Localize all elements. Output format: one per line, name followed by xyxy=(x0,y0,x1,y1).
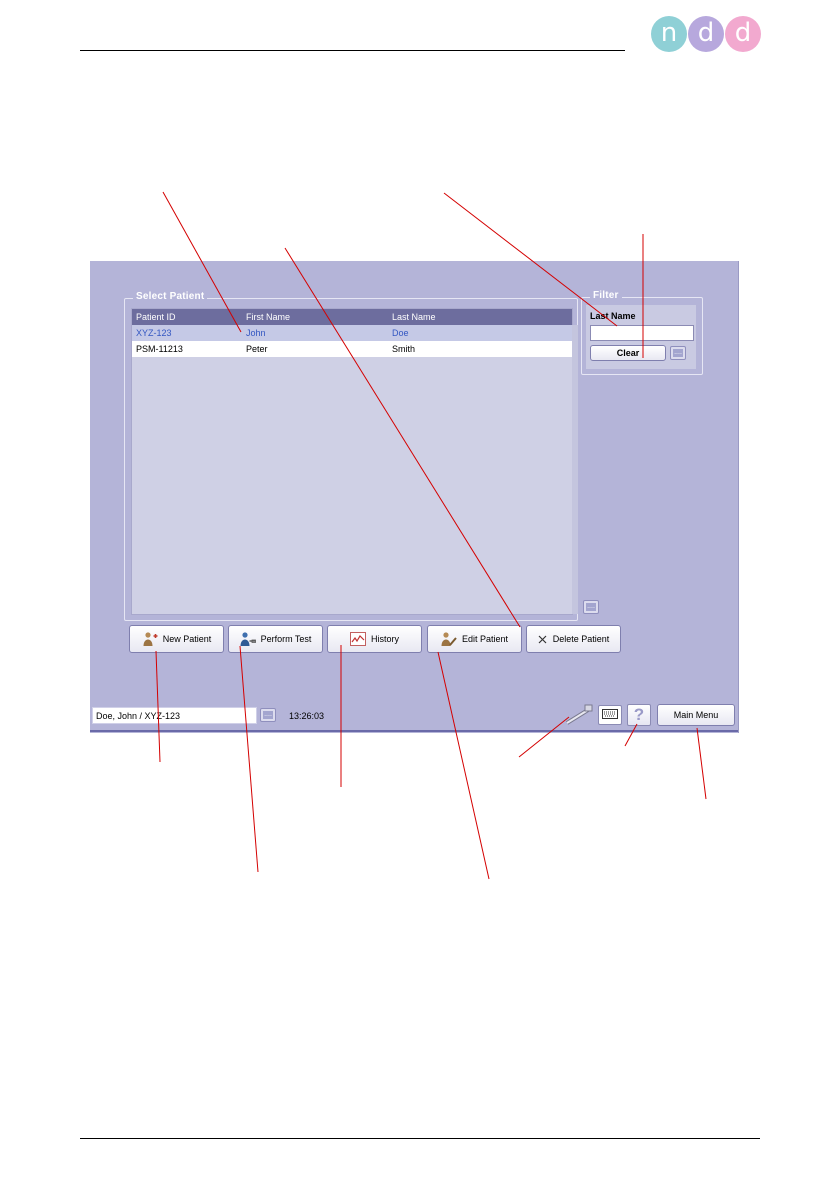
page-bottom-rule xyxy=(80,1138,760,1139)
dots-label: .... xyxy=(586,603,596,611)
main-menu-button[interactable]: Main Menu xyxy=(657,704,735,726)
delete-patient-button[interactable]: Delete Patient xyxy=(526,625,621,653)
cell-first-name: Peter xyxy=(246,344,268,354)
perform-test-button[interactable]: Perform Test xyxy=(228,625,323,653)
patient-table-header: Patient ID First Name Last Name xyxy=(132,309,572,325)
person-edit-icon xyxy=(441,631,457,647)
clear-filter-button[interactable]: Clear xyxy=(590,345,666,361)
patient-table: Patient ID First Name Last Name XYZ-123 … xyxy=(131,308,578,615)
filter-panel: Last Name Clear .... xyxy=(586,305,696,369)
filter-title: Filter xyxy=(590,290,622,301)
page-top-rule xyxy=(80,50,625,51)
edit-patient-button[interactable]: Edit Patient xyxy=(427,625,522,653)
history-button[interactable]: History xyxy=(327,625,422,653)
help-button[interactable]: ? xyxy=(627,704,651,726)
cell-first-name: John xyxy=(246,328,266,338)
new-patient-button[interactable]: New Patient xyxy=(129,625,224,653)
person-test-icon xyxy=(240,631,256,647)
history-label: History xyxy=(370,634,399,644)
clock: 13:26:03 xyxy=(289,711,325,721)
status-bar: Doe, John / XYZ-123 .... 13:26:03 ? Main… xyxy=(90,701,738,730)
perform-test-label: Perform Test xyxy=(260,634,312,644)
cell-last-name: Doe xyxy=(392,328,409,338)
close-icon xyxy=(538,631,548,647)
table-more-button[interactable]: .... xyxy=(583,600,599,614)
column-header-first-name[interactable]: First Name xyxy=(246,312,290,322)
new-patient-label: New Patient xyxy=(162,634,212,644)
dots-label: .... xyxy=(263,711,273,719)
help-icon: ? xyxy=(633,705,645,724)
table-scrollbar[interactable] xyxy=(572,325,578,614)
delete-patient-label: Delete Patient xyxy=(552,634,610,644)
edit-patient-label: Edit Patient xyxy=(461,634,509,644)
status-more-button[interactable]: .... xyxy=(260,708,276,722)
filter-more-button[interactable]: .... xyxy=(670,346,686,360)
cell-patient-id: XYZ-123 xyxy=(136,328,172,338)
keyboard-button[interactable] xyxy=(598,705,622,725)
filter-group: Filter Last Name Clear .... xyxy=(581,290,703,375)
last-name-filter-input[interactable] xyxy=(590,325,694,341)
table-row[interactable]: PSM-11213 Peter Smith xyxy=(132,341,572,357)
cell-last-name: Smith xyxy=(392,344,416,354)
cell-patient-id: PSM-11213 xyxy=(136,344,183,354)
person-add-icon xyxy=(142,631,158,647)
history-chart-icon xyxy=(349,631,366,647)
spirette-icon xyxy=(564,704,594,731)
keyboard-icon xyxy=(602,706,618,724)
table-row[interactable]: XYZ-123 John Doe xyxy=(132,325,572,341)
ndd-logo: n d d xyxy=(651,16,763,54)
app-screen: Select Patient Patient ID First Name Las… xyxy=(90,261,739,733)
select-patient-group: Select Patient Patient ID First Name Las… xyxy=(124,291,578,621)
column-header-patient-id[interactable]: Patient ID xyxy=(136,312,176,322)
logo-letter-d2: d xyxy=(725,16,761,52)
current-patient-field: Doe, John / XYZ-123 xyxy=(92,707,257,724)
select-patient-title: Select Patient xyxy=(133,291,208,302)
logo-letter-d1: d xyxy=(688,16,724,52)
last-name-filter-label: Last Name xyxy=(590,311,636,321)
screen-bottom-border xyxy=(90,730,738,732)
callout-line xyxy=(696,727,707,800)
dots-label: .... xyxy=(673,349,683,357)
logo-letter-n: n xyxy=(651,16,687,52)
column-header-last-name[interactable]: Last Name xyxy=(392,312,436,322)
